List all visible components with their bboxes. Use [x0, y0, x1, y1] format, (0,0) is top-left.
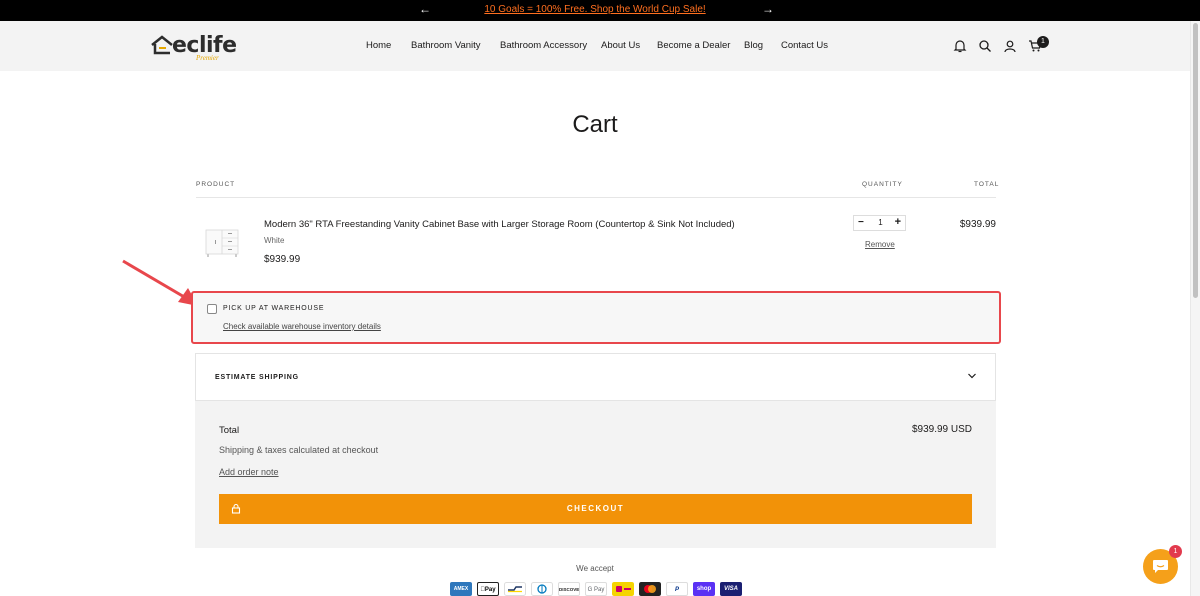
col-product-header: PRODUCT — [196, 181, 236, 188]
logo-sub: Premier — [196, 54, 219, 62]
divider — [196, 197, 996, 198]
scrollbar-thumb[interactable] — [1193, 23, 1198, 298]
add-order-note-link[interactable]: Add order note — [219, 467, 279, 477]
checkout-button[interactable]: CHECKOUT — [219, 494, 972, 524]
line-total: $939.99 — [959, 219, 996, 230]
nav-about-us[interactable]: About Us — [601, 40, 640, 51]
product-thumbnail[interactable] — [197, 218, 247, 264]
search-icon[interactable] — [978, 39, 992, 53]
bancontact-icon — [504, 582, 526, 596]
nav-bathroom-accessory[interactable]: Bathroom Accessory — [500, 40, 587, 51]
pickup-checkbox[interactable] — [207, 304, 217, 314]
visa-icon: VISA — [720, 582, 742, 596]
bell-icon[interactable] — [953, 39, 967, 53]
col-quantity-header: QUANTITY — [862, 181, 903, 188]
diners-club-icon — [531, 582, 553, 596]
shop-pay-icon: shop — [693, 582, 715, 596]
nav-bathroom-vanity[interactable]: Bathroom Vanity — [411, 40, 481, 51]
logo[interactable]: eclife Premier — [150, 32, 240, 62]
warehouse-inventory-link[interactable]: Check available warehouse inventory deta… — [223, 322, 381, 331]
annotation-arrow-icon — [122, 259, 198, 306]
discover-icon: DISCOVER — [558, 582, 580, 596]
mastercard-icon — [639, 582, 661, 596]
amex-icon: AMEX — [450, 582, 472, 596]
we-accept-label: We accept — [576, 564, 614, 573]
announcement-link[interactable]: 10 Goals = 100% Free. Shop the World Cup… — [0, 4, 1190, 15]
plus-icon[interactable]: + — [895, 216, 901, 228]
total-value: $939.99 USD — [911, 424, 972, 435]
nav-home[interactable]: Home — [366, 40, 391, 51]
estimate-shipping-label: ESTIMATE SHIPPING — [215, 374, 299, 381]
arrow-right-icon[interactable]: → — [762, 2, 774, 16]
shipping-note: Shipping & taxes calculated at checkout — [219, 445, 379, 455]
nav-blog[interactable]: Blog — [744, 40, 763, 51]
total-label: Total — [219, 425, 240, 436]
checkout-label: CHECKOUT — [566, 504, 625, 513]
chevron-down-icon — [968, 373, 976, 379]
order-summary: Total $939.99 USD Shipping & taxes calcu… — [195, 401, 996, 548]
cart-count-badge: 1 — [1037, 36, 1049, 48]
quantity-stepper: − 1 + — [853, 215, 906, 231]
product-price: $939.99 — [264, 254, 301, 265]
ideal-icon — [612, 582, 634, 596]
apple-pay-text: Pay — [482, 587, 496, 593]
col-total-header: TOTAL — [974, 181, 1000, 188]
product-name-link[interactable]: Modern 36" RTA Freestanding Vanity Cabin… — [264, 219, 735, 230]
site-header: eclife Premier Home Bathroom Vanity Bath… — [0, 21, 1190, 71]
google-pay-icon: G Pay — [585, 582, 607, 596]
scrollbar[interactable] — [1190, 21, 1200, 596]
chat-badge: 1 — [1169, 545, 1182, 558]
account-icon[interactable] — [1003, 39, 1017, 53]
product-variant: White — [264, 236, 285, 245]
page-title: Cart — [572, 111, 618, 138]
paypal-icon: P — [666, 582, 688, 596]
remove-link[interactable]: Remove — [865, 240, 895, 249]
pickup-label[interactable]: PICK UP AT WAREHOUSE — [223, 305, 324, 312]
nav-become-dealer[interactable]: Become a Dealer — [657, 40, 730, 51]
estimate-shipping-toggle[interactable]: ESTIMATE SHIPPING — [195, 353, 996, 401]
apple-pay-icon: Pay — [477, 582, 499, 596]
house-logo-icon — [151, 35, 173, 55]
pickup-option: PICK UP AT WAREHOUSE Check available war… — [191, 291, 1001, 344]
chat-icon — [1153, 560, 1168, 573]
nav-contact-us[interactable]: Contact Us — [781, 40, 828, 51]
announcement-bar: ← 10 Goals = 100% Free. Shop the World C… — [0, 0, 1200, 21]
